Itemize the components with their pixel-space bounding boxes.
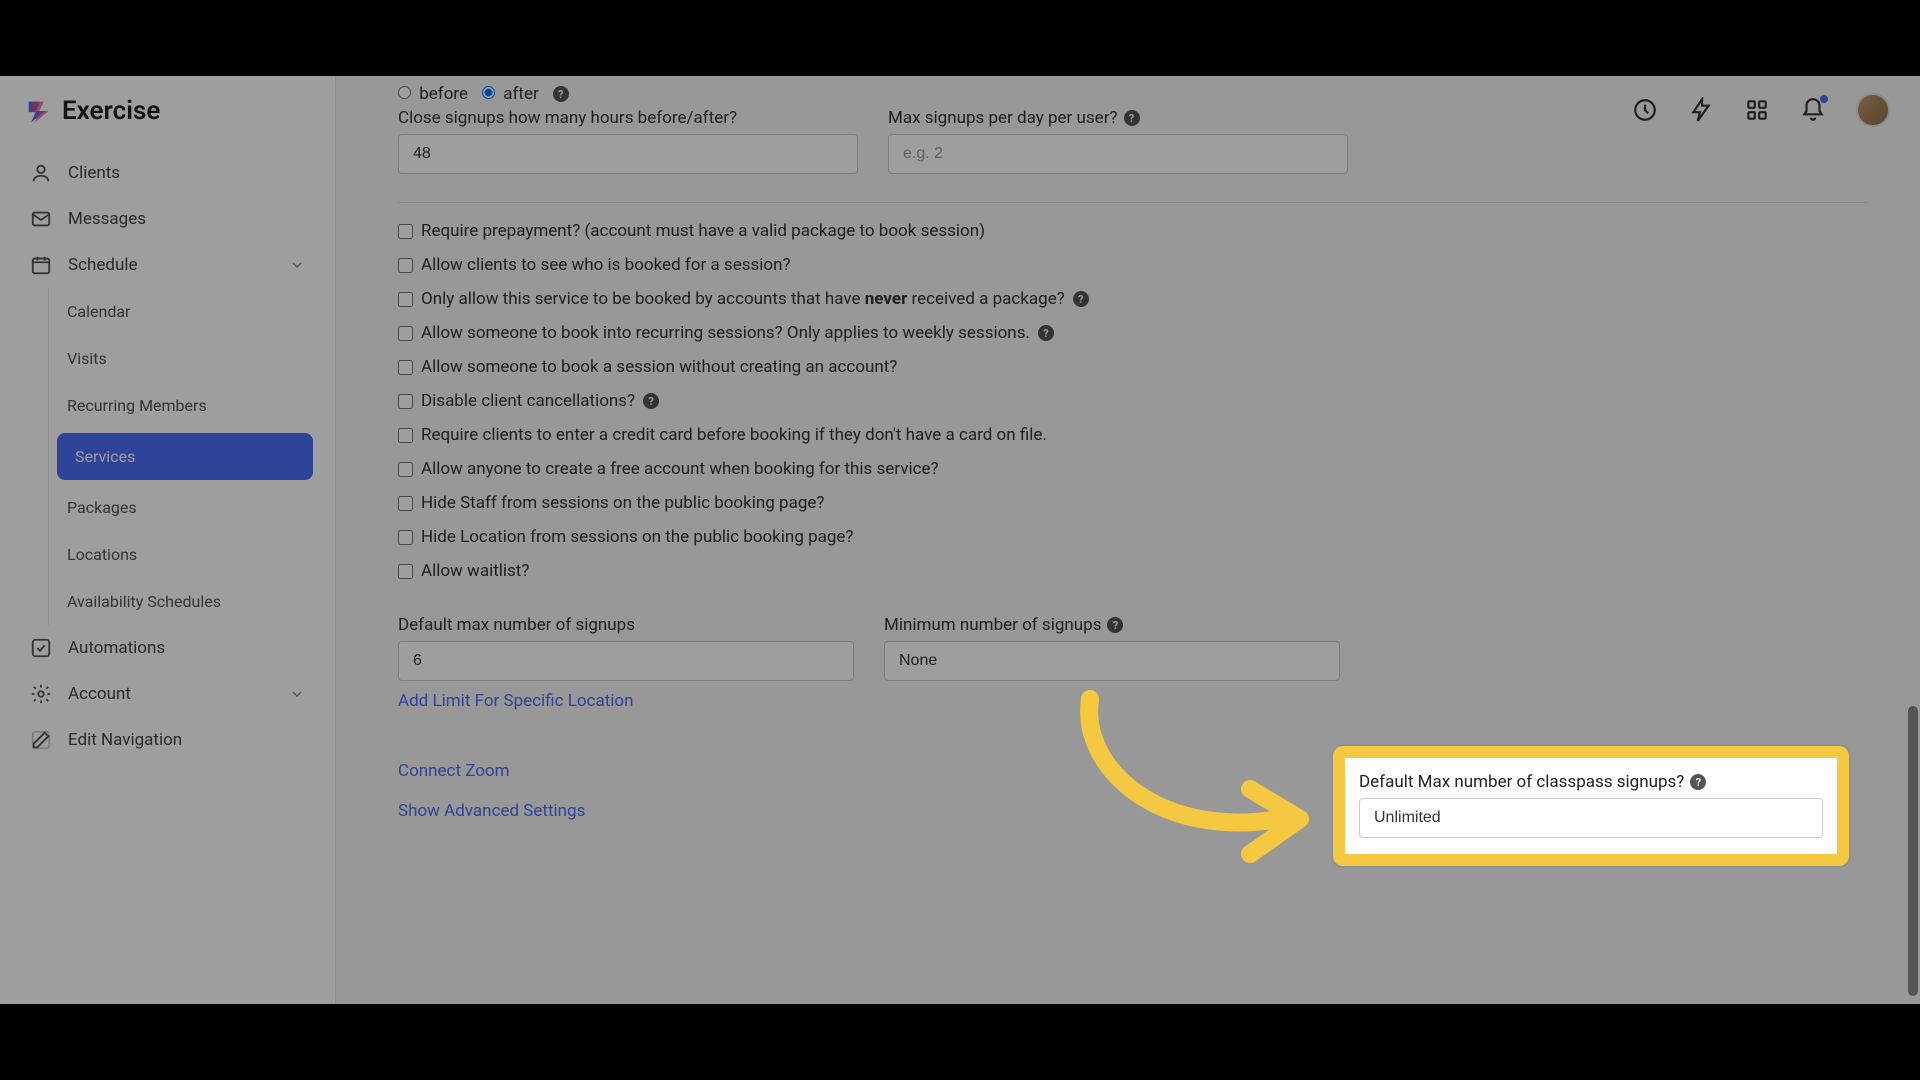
sidebar-item-label: Visits — [67, 349, 107, 368]
checkbox-require-cc[interactable]: Require clients to enter a credit card b… — [398, 425, 1868, 445]
classpass-input[interactable] — [1359, 798, 1823, 838]
sidebar-item-messages[interactable]: Messages — [14, 196, 321, 242]
sidebar-item-edit-navigation[interactable]: Edit Navigation — [14, 717, 321, 763]
sidebar-item-automations[interactable]: Automations — [14, 625, 321, 671]
nav: Clients Messages Schedule Calendar Visit… — [0, 150, 335, 763]
checkbox-hide-location[interactable]: Hide Location from sessions on the publi… — [398, 527, 1868, 547]
calendar-icon — [30, 254, 52, 276]
help-icon[interactable]: ? — [553, 86, 569, 102]
sidebar-item-packages[interactable]: Packages — [49, 484, 321, 531]
brand-logo[interactable]: Exercise — [0, 96, 335, 150]
brand-logo-icon — [24, 97, 52, 125]
check-square-icon — [30, 637, 52, 659]
sidebar-item-label: Automations — [68, 638, 165, 658]
envelope-icon — [30, 208, 52, 230]
checkbox-free-account[interactable]: Allow anyone to create a free account wh… — [398, 459, 1868, 479]
checkbox-recurring[interactable]: Allow someone to book into recurring ses… — [398, 323, 1868, 343]
min-signups-input[interactable] — [884, 641, 1340, 681]
default-max-input[interactable] — [398, 641, 854, 681]
close-signups-label: Close signups how many hours before/afte… — [398, 108, 858, 128]
sidebar-item-calendar[interactable]: Calendar — [49, 288, 321, 335]
help-icon[interactable]: ? — [1038, 325, 1054, 341]
sidebar-item-label: Recurring Members — [67, 396, 207, 415]
sidebar-schedule-submenu: Calendar Visits Recurring Members Servic… — [48, 288, 321, 625]
chevron-down-icon — [289, 257, 305, 273]
sidebar-item-label: Clients — [68, 163, 120, 183]
add-limit-link[interactable]: Add Limit For Specific Location — [398, 691, 634, 711]
sidebar: Exercise Clients Messages Schedule Cale — [0, 76, 336, 1004]
sidebar-item-schedule[interactable]: Schedule — [14, 242, 321, 288]
radio-before[interactable]: before — [398, 84, 468, 104]
avatar[interactable] — [1856, 93, 1890, 127]
bolt-icon[interactable] — [1688, 97, 1714, 123]
help-icon[interactable]: ? — [1690, 774, 1706, 790]
sidebar-item-locations[interactable]: Locations — [49, 531, 321, 578]
help-icon[interactable]: ? — [1073, 291, 1089, 307]
sidebar-item-label: Locations — [67, 545, 137, 564]
sidebar-item-visits[interactable]: Visits — [49, 335, 321, 382]
help-icon[interactable]: ? — [1124, 110, 1140, 126]
checkbox-prepayment[interactable]: Require prepayment? (account must have a… — [398, 221, 1868, 241]
sidebar-item-account[interactable]: Account — [14, 671, 321, 717]
divider — [398, 202, 1868, 203]
scrollbar[interactable] — [1906, 76, 1918, 1004]
sidebar-item-label: Availability Schedules — [67, 592, 221, 611]
classpass-highlight: Default Max number of classpass signups?… — [1333, 746, 1849, 866]
sidebar-item-label: Schedule — [68, 255, 137, 275]
sidebar-item-recurring-members[interactable]: Recurring Members — [49, 382, 321, 429]
sidebar-item-label: Account — [68, 684, 131, 704]
default-max-label: Default max number of signups — [398, 615, 854, 635]
sidebar-item-label: Edit Navigation — [68, 730, 182, 750]
chevron-down-icon — [289, 686, 305, 702]
sidebar-item-label: Services — [75, 447, 135, 466]
topbar — [1632, 76, 1920, 144]
clock-icon[interactable] — [1632, 97, 1658, 123]
apps-icon[interactable] — [1744, 97, 1770, 123]
bell-icon[interactable] — [1800, 97, 1826, 123]
checkbox-list: Require prepayment? (account must have a… — [398, 221, 1868, 581]
help-icon[interactable]: ? — [1107, 617, 1123, 633]
scrollbar-thumb[interactable] — [1908, 706, 1918, 996]
min-signups-label: Minimum number of signups ? — [884, 615, 1340, 635]
max-per-day-label: Max signups per day per user? ? — [888, 108, 1348, 128]
help-icon[interactable]: ? — [643, 393, 659, 409]
checkbox-see-booked[interactable]: Allow clients to see who is booked for a… — [398, 255, 1868, 275]
radio-after[interactable]: after — [482, 84, 539, 104]
sidebar-item-availability-schedules[interactable]: Availability Schedules — [49, 578, 321, 625]
notification-dot — [1820, 95, 1828, 103]
sidebar-item-label: Packages — [67, 498, 137, 517]
brand-name: Exercise — [62, 96, 160, 126]
max-per-day-input[interactable] — [888, 134, 1348, 174]
checkbox-disable-cancel[interactable]: Disable client cancellations? ? — [398, 391, 1868, 411]
checkbox-no-account[interactable]: Allow someone to book a session without … — [398, 357, 1868, 377]
close-signups-input[interactable] — [398, 134, 858, 174]
sidebar-item-clients[interactable]: Clients — [14, 150, 321, 196]
sidebar-item-services[interactable]: Services — [57, 433, 313, 480]
edit-icon — [30, 729, 52, 751]
classpass-label: Default Max number of classpass signups?… — [1359, 772, 1823, 792]
checkbox-waitlist[interactable]: Allow waitlist? — [398, 561, 1868, 581]
person-icon — [30, 162, 52, 184]
checkbox-hide-staff[interactable]: Hide Staff from sessions on the public b… — [398, 493, 1868, 513]
sidebar-item-label: Messages — [68, 209, 146, 229]
gear-icon — [30, 683, 52, 705]
sidebar-item-label: Calendar — [67, 302, 130, 321]
checkbox-never-received[interactable]: Only allow this service to be booked by … — [398, 289, 1868, 309]
